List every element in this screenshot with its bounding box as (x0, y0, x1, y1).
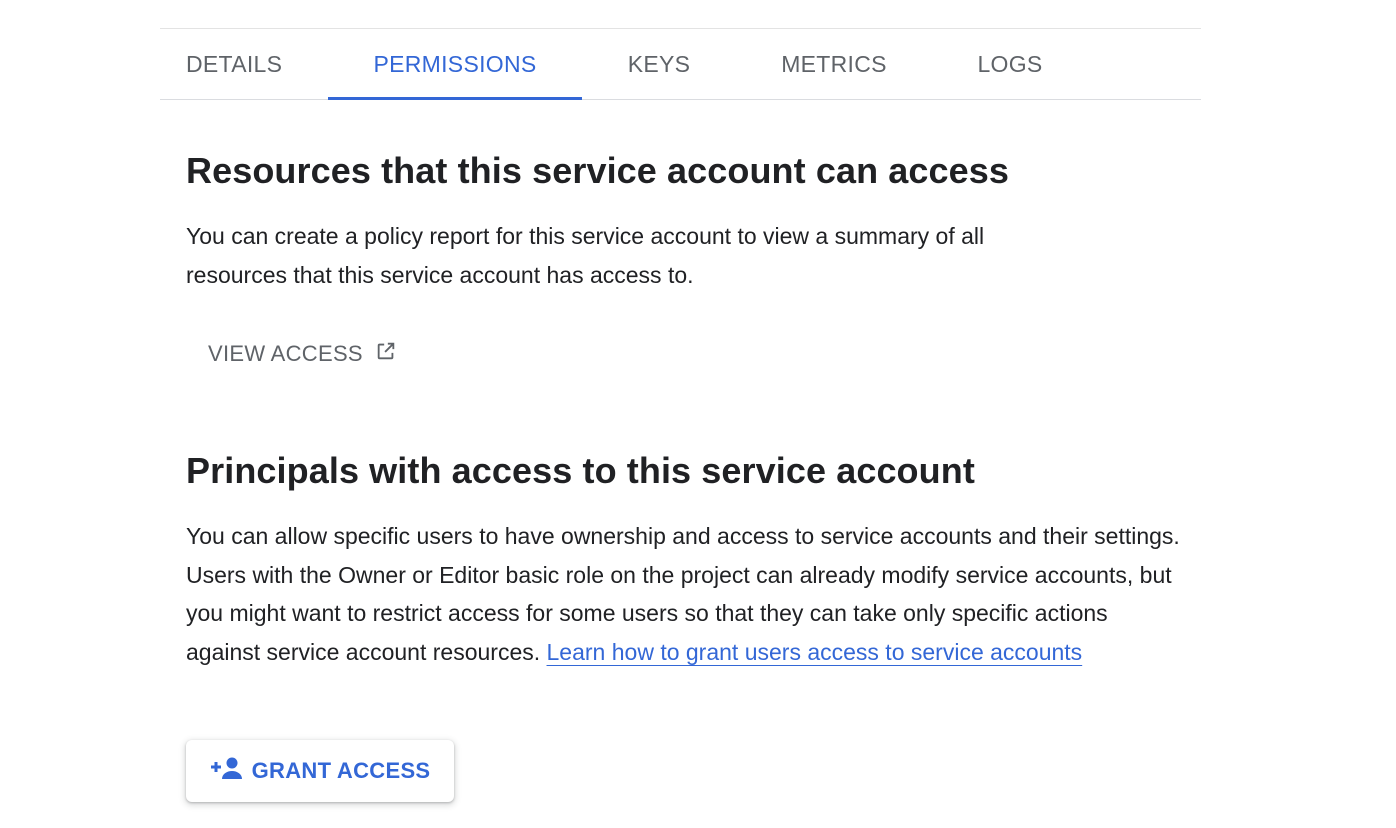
resources-section-title: Resources that this service account can … (186, 150, 1010, 191)
view-access-label: VIEW ACCESS (208, 341, 363, 366)
tab-metrics[interactable]: METRICS (736, 29, 932, 99)
tab-bar: DETAILS PERMISSIONS KEYS METRICS LOGS (160, 29, 1201, 100)
tab-keys-label: KEYS (627, 50, 691, 77)
open-in-new-icon (375, 340, 397, 368)
permissions-page: DETAILS PERMISSIONS KEYS METRICS LOGS Re… (0, 0, 1396, 828)
tab-keys[interactable]: KEYS (582, 29, 736, 99)
tab-details-label: DETAILS (186, 50, 283, 77)
tab-permissions-label: PERMISSIONS (373, 50, 537, 77)
tab-metrics-label: METRICS (781, 50, 887, 77)
principals-section-title: Principals with access to this service a… (186, 450, 975, 491)
resources-section-description: You can create a policy report for this … (186, 223, 985, 288)
grant-access-label: GRANT ACCESS (251, 758, 431, 783)
tab-logs-label: LOGS (977, 50, 1043, 77)
person-add-icon (210, 755, 244, 787)
principals-section-description: You can allow specific users to have own… (186, 517, 1186, 671)
tab-permissions[interactable]: PERMISSIONS (328, 29, 582, 100)
tab-logs[interactable]: LOGS (932, 29, 1088, 99)
grant-access-button[interactable]: GRANT ACCESS (186, 740, 454, 802)
view-access-button[interactable]: VIEW ACCESS (208, 340, 397, 368)
learn-grant-access-link[interactable]: Learn how to grant users access to servi… (547, 639, 1083, 665)
tab-details[interactable]: DETAILS (160, 29, 328, 99)
